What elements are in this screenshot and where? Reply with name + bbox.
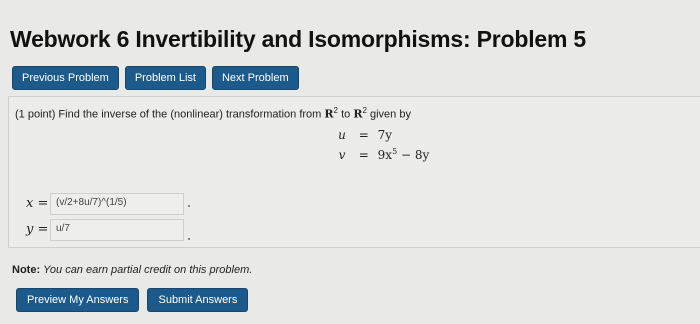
problem-list-button[interactable]: Problem List [124,66,206,90]
equation-row-u: u = 7y [334,128,392,142]
problem-statement: (1 point) Find the inverse of the (nonli… [15,106,411,121]
point-value: (1 point) [15,108,56,121]
problem-text-after: given by [369,108,411,121]
equation-rhs-rest: − 8y [397,148,430,162]
partial-credit-note: Note: You can earn partial credit on thi… [12,264,252,276]
equation-lhs: u [338,128,346,142]
note-text: You can earn partial credit on this prob… [43,264,253,276]
x-answer-label: x = [26,196,49,211]
y-answer-field[interactable]: u/7 [50,219,184,241]
submit-answers-button[interactable]: Submit Answers [147,288,249,312]
domain-symbol: R [324,107,334,121]
codomain-exponent: 2 [362,106,367,115]
equation-row-v: v = 9x5 − 8y [334,147,430,162]
equals-sign: = [358,128,369,142]
domain-exponent: 2 [333,106,338,115]
x-answer-field[interactable]: (v/2+8u/7)^(1/5) [50,193,184,215]
problem-navigation: Previous Problem Problem List Next Probl… [12,66,299,90]
to-word: to [341,108,351,121]
equation-rhs-term: 9x [377,148,393,162]
y-answer-label: y = [26,222,49,237]
field-marker [188,238,190,240]
previous-problem-button[interactable]: Previous Problem [12,66,119,90]
problem-text-before: Find the inverse of the (nonlinear) tran… [58,108,322,121]
next-problem-button[interactable]: Next Problem [211,66,299,90]
equation-rhs: 7y [377,128,393,142]
equation-lhs: v [338,148,346,162]
note-label: Note: [12,264,41,276]
equals-sign: = [358,148,369,162]
page-title: Webwork 6 Invertibility and Isomorphisms… [10,26,587,52]
answer-actions: Preview My Answers Submit Answers [16,288,249,312]
preview-answers-button[interactable]: Preview My Answers [16,288,140,312]
field-marker [188,205,190,207]
